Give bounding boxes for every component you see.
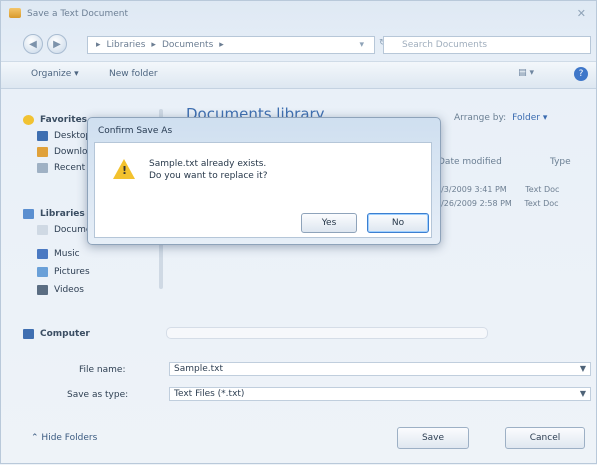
save-type-value: Text Files (*.txt) xyxy=(174,389,245,399)
nav-music[interactable]: Music xyxy=(37,249,80,259)
navigation-bar: ◀ ▶ ▸ Libraries ▸ Documents ▸ ▾ ↻ Search… xyxy=(1,29,596,59)
filename-label: File name: xyxy=(79,365,126,375)
nav-libraries[interactable]: Libraries xyxy=(23,209,85,219)
column-date-modified[interactable]: Date modified xyxy=(438,157,502,167)
arrange-by-value[interactable]: Folder ▾ xyxy=(512,113,547,123)
star-icon xyxy=(23,115,34,125)
nav-computer[interactable]: Computer xyxy=(23,329,90,339)
dropdown-arrow-icon[interactable]: ▼ xyxy=(580,363,586,375)
dialog-body: ! Sample.txt already exists. Do you want… xyxy=(94,142,432,238)
help-icon[interactable]: ? xyxy=(574,67,588,81)
dialog-footer: ⌃ Hide Folders Save Cancel xyxy=(1,409,596,465)
view-options-icon[interactable]: ▤ ▾ xyxy=(518,68,534,78)
dialog-message-line-1: Sample.txt already exists. xyxy=(149,159,267,169)
search-input[interactable]: Search Documents xyxy=(383,36,591,54)
cancel-button[interactable]: Cancel xyxy=(505,427,585,449)
row-type: Text Doc xyxy=(524,199,559,208)
desktop-icon xyxy=(37,131,48,141)
row-date: 1/26/2009 2:58 PM xyxy=(436,199,512,208)
pictures-icon xyxy=(37,267,48,277)
save-as-window: Save a Text Document ✕ ◀ ▶ ▸ Libraries ▸… xyxy=(0,0,597,464)
command-toolbar: Organize ▾ New folder ▤ ▾ ? xyxy=(1,61,596,89)
chevron-up-icon: ⌃ xyxy=(31,433,39,443)
recent-places-icon xyxy=(37,163,48,173)
music-icon xyxy=(37,249,48,259)
address-segment-documents[interactable]: Documents xyxy=(162,40,213,50)
address-chevron-icon: ▸ xyxy=(96,40,101,50)
nav-desktop[interactable]: Desktop xyxy=(37,131,91,141)
save-type-label: Save as type: xyxy=(67,390,129,400)
confirm-save-as-dialog: Confirm Save As ! Sample.txt already exi… xyxy=(87,117,441,245)
computer-icon xyxy=(23,329,34,339)
horizontal-scrollbar[interactable] xyxy=(166,327,488,339)
back-button[interactable]: ◀ xyxy=(23,34,43,54)
forward-button[interactable]: ▶ xyxy=(47,34,67,54)
save-type-select[interactable]: Text Files (*.txt) ▼ xyxy=(169,387,591,401)
arrange-by-label: Arrange by: xyxy=(454,113,507,123)
column-type[interactable]: Type xyxy=(550,157,571,167)
warning-exclamation: ! xyxy=(122,164,128,177)
row-type: Text Doc xyxy=(525,185,560,194)
notepad-icon xyxy=(9,8,21,18)
close-icon[interactable]: ✕ xyxy=(577,7,586,20)
table-row[interactable]: 1/26/2009 2:58 PM Text Doc xyxy=(436,199,559,208)
address-segment-libraries[interactable]: Libraries xyxy=(107,40,146,50)
libraries-icon xyxy=(23,209,34,219)
documents-icon xyxy=(37,225,48,235)
filename-value: Sample.txt xyxy=(174,364,223,374)
nav-pictures[interactable]: Pictures xyxy=(37,267,90,277)
row-date: 2/3/2009 3:41 PM xyxy=(436,185,507,194)
address-chevron-icon: ▸ xyxy=(219,40,224,50)
new-folder-button[interactable]: New folder xyxy=(109,69,158,79)
dropdown-arrow-icon[interactable]: ▾ xyxy=(359,40,364,50)
arrange-by[interactable]: Arrange by: Folder ▾ xyxy=(454,113,547,123)
dialog-message-line-2: Do you want to replace it? xyxy=(149,171,268,181)
address-chevron-icon: ▸ xyxy=(151,40,156,50)
videos-icon xyxy=(37,285,48,295)
window-title: Save a Text Document xyxy=(27,9,129,19)
dropdown-arrow-icon[interactable]: ▼ xyxy=(580,388,586,400)
downloads-icon xyxy=(37,147,48,157)
save-button[interactable]: Save xyxy=(397,427,469,449)
table-row[interactable]: 2/3/2009 3:41 PM Text Doc xyxy=(436,185,559,194)
filename-input[interactable]: Sample.txt ▼ xyxy=(169,362,591,376)
yes-button[interactable]: Yes xyxy=(301,213,357,233)
organize-button[interactable]: Organize ▾ xyxy=(31,69,79,79)
no-button[interactable]: No xyxy=(367,213,429,233)
dialog-title: Confirm Save As xyxy=(98,126,173,136)
nav-favorites[interactable]: Favorites xyxy=(23,115,87,125)
hide-folders-button[interactable]: ⌃ Hide Folders xyxy=(31,433,97,443)
address-bar[interactable]: ▸ Libraries ▸ Documents ▸ ▾ xyxy=(87,36,375,54)
title-bar: Save a Text Document ✕ xyxy=(1,1,596,27)
nav-videos[interactable]: Videos xyxy=(37,285,84,295)
